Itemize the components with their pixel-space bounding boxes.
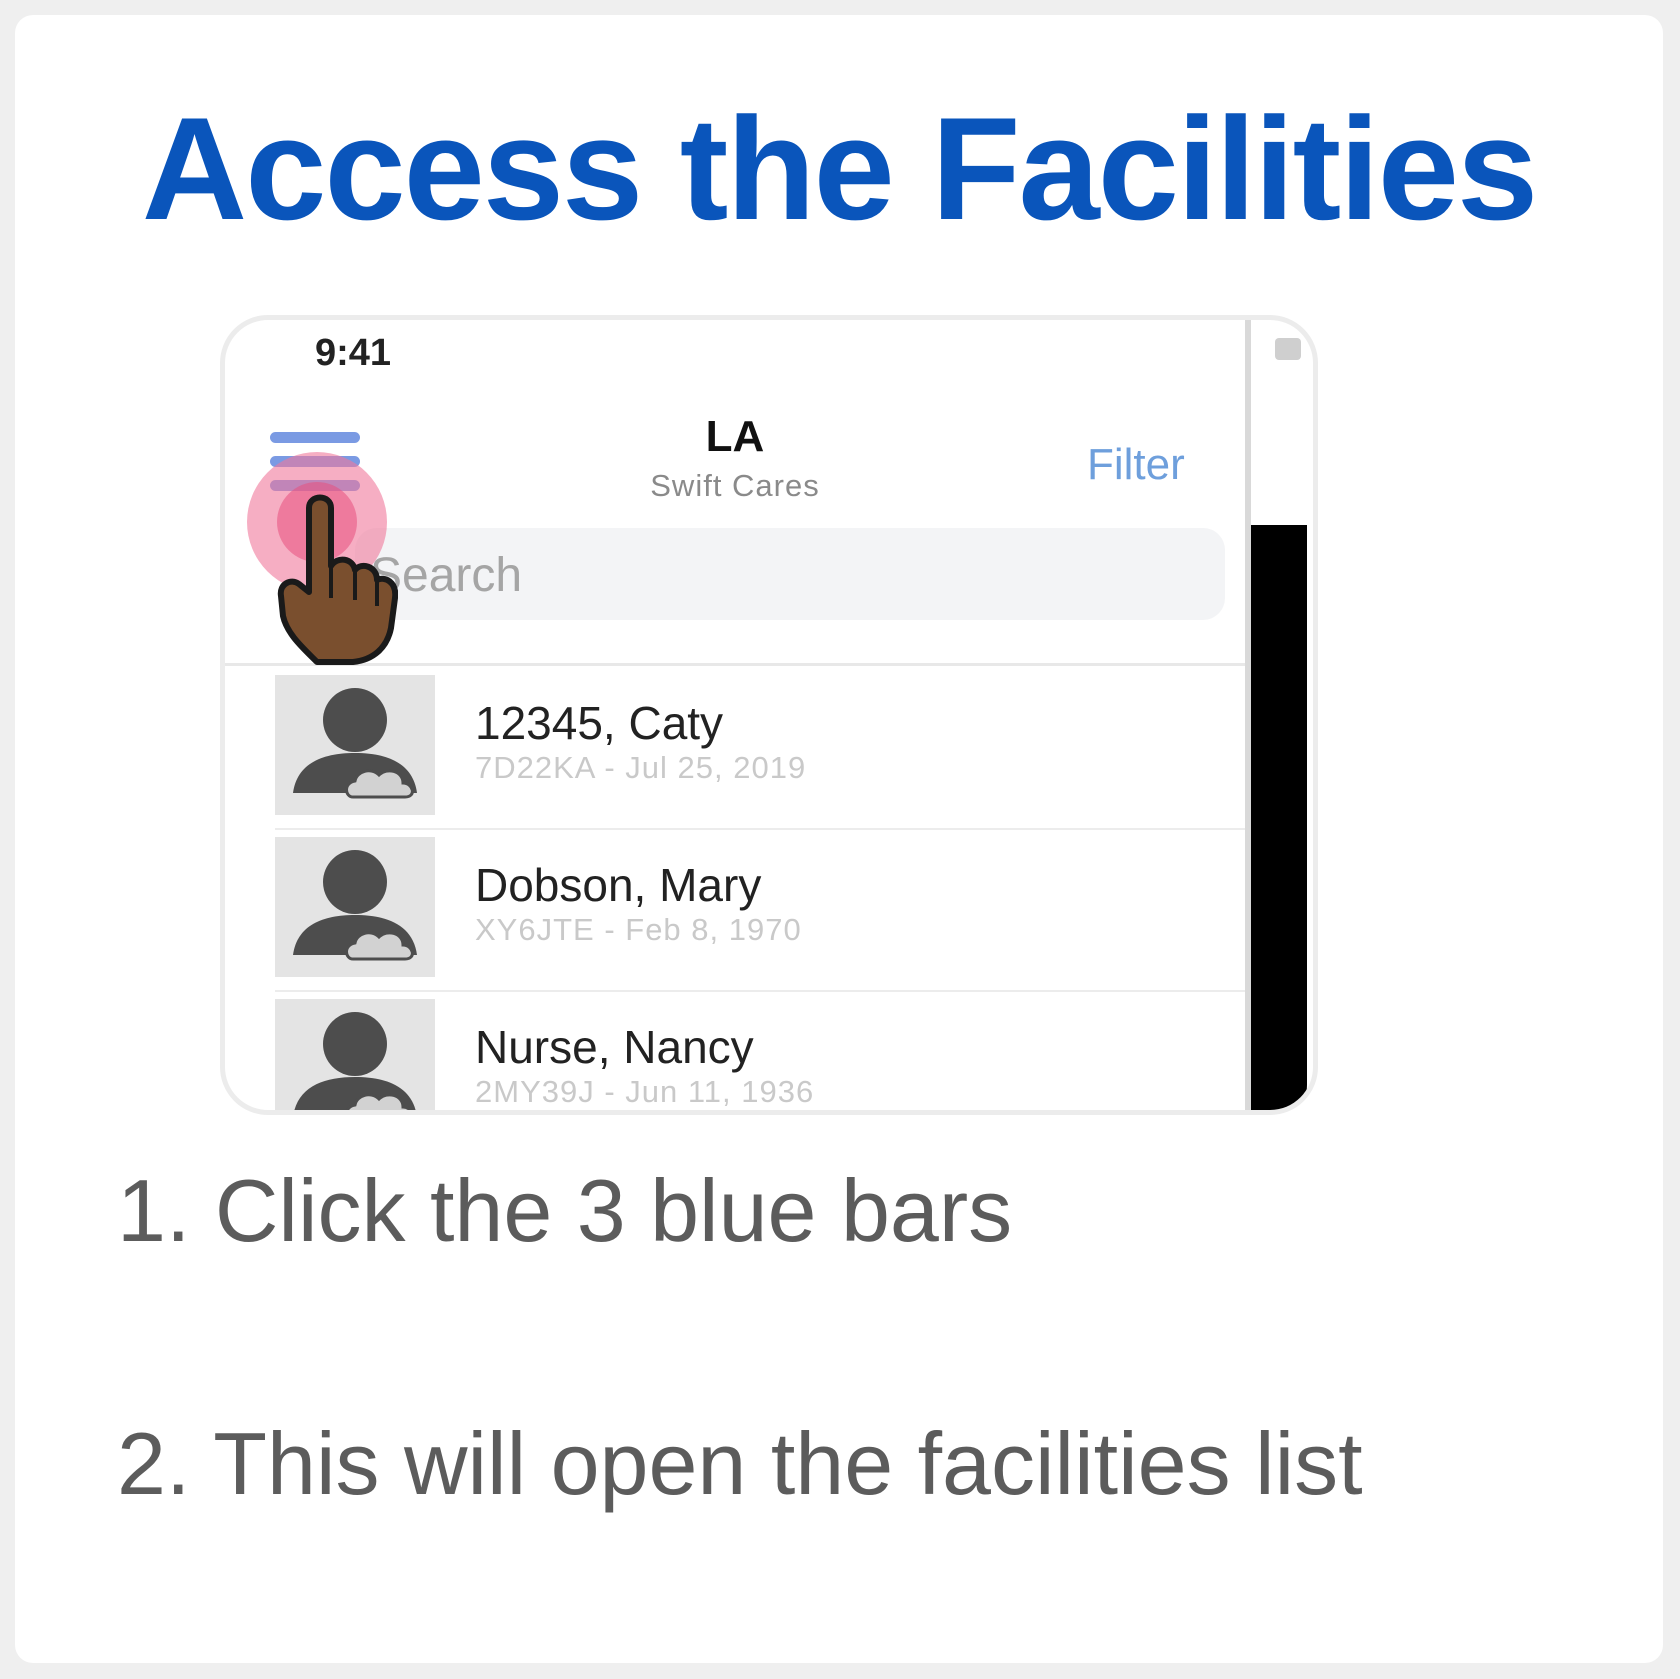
person-cloud-icon: [293, 850, 417, 961]
list-item[interactable]: 12345, Caty 7D22KA - Jul 25, 2019: [225, 670, 1245, 832]
person-cloud-icon: [293, 688, 417, 799]
pointing-hand-icon: [277, 494, 398, 665]
patient-name: 12345, Caty: [475, 697, 724, 749]
instruction-card: Access the Facilities 9:41 LA Swift Care…: [15, 15, 1663, 1663]
patient-detail: 2MY39J - Jun 11, 1936: [475, 1074, 815, 1109]
person-cloud-icon: [294, 1012, 416, 1110]
avatar: [275, 837, 435, 977]
phone-screenshot: 9:41 LA Swift Cares Filter Search 12345,…: [220, 315, 1318, 1115]
patient-detail: XY6JTE - Feb 8, 1970: [475, 912, 802, 947]
row-separator: [275, 828, 1245, 830]
patient-name: Nurse, Nancy: [475, 1021, 754, 1073]
avatar: [275, 999, 435, 1110]
patient-detail: 7D22KA - Jul 25, 2019: [475, 750, 807, 785]
avatar: [275, 675, 435, 815]
list-item[interactable]: Nurse, Nancy 2MY39J - Jun 11, 1936: [225, 994, 1245, 1110]
page-title: Access the Facilities: [141, 87, 1538, 250]
step-1: 1. Click the 3 blue bars: [117, 1161, 1013, 1260]
scrollbar[interactable]: [1251, 525, 1307, 1110]
row-separator: [275, 990, 1245, 992]
filter-button[interactable]: Filter: [1087, 440, 1185, 490]
battery-icon: [1275, 338, 1301, 360]
status-time: 9:41: [315, 332, 392, 374]
list-item[interactable]: Dobson, Mary XY6JTE - Feb 8, 1970: [225, 832, 1245, 994]
step-2: 2. This will open the facilities list: [117, 1414, 1363, 1513]
patient-name: Dobson, Mary: [475, 859, 762, 911]
